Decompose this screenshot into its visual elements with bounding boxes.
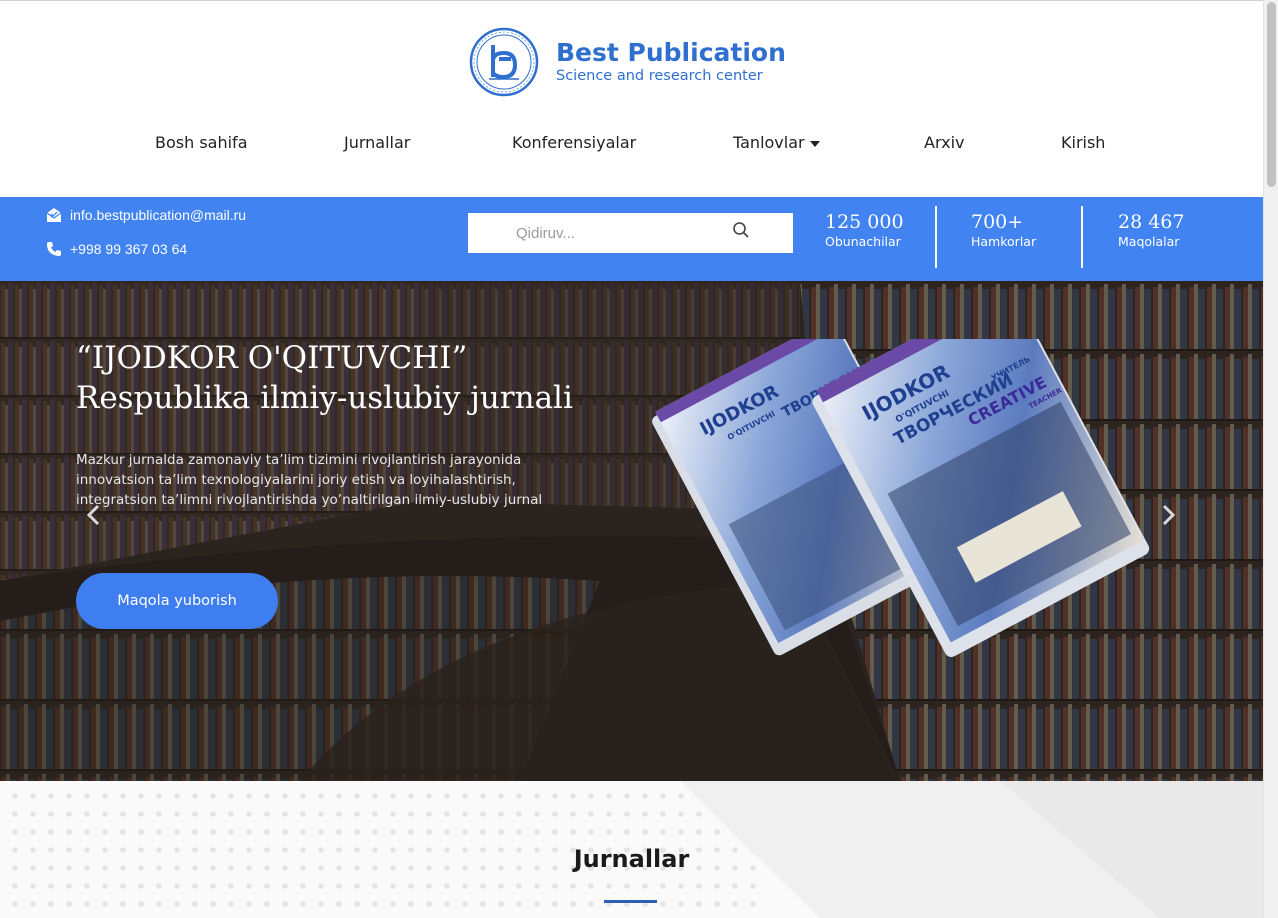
search-icon[interactable]: [732, 221, 750, 239]
stat-divider: [935, 206, 937, 268]
nav-item-konferensiyalar[interactable]: Konferensiyalar: [512, 133, 636, 152]
brand-title: Best Publication: [556, 38, 786, 67]
search-input[interactable]: [468, 213, 728, 253]
search-box: [468, 213, 793, 253]
slider-prev-arrow-icon[interactable]: [84, 503, 104, 527]
stat-value: 125 000: [825, 211, 904, 233]
hero-title-line2: Respublika ilmiy-uslubiy jurnali: [76, 380, 573, 416]
contact-phone-text: +998 99 367 03 64: [70, 241, 188, 257]
journals-section: Jurnallar: [0, 781, 1263, 918]
caret-down-icon: [809, 140, 820, 147]
contact-phone[interactable]: +998 99 367 03 64: [46, 241, 187, 257]
stat-value: 700+: [971, 211, 1024, 233]
hero-title-line1: “IJODKOR O'QITUVCHI”: [76, 340, 468, 376]
stat-subscribers: 125 000 Obunachilar: [825, 210, 904, 250]
stat-label: Hamkorlar: [971, 234, 1037, 249]
stat-value: 28 467: [1118, 211, 1185, 233]
hero-title: “IJODKOR O'QITUVCHI” Respublika ilmiy-us…: [76, 338, 573, 418]
nav-item-kirish[interactable]: Kirish: [1061, 133, 1105, 152]
phone-icon: [47, 242, 61, 256]
nav-item-jurnallar[interactable]: Jurnallar: [344, 133, 410, 152]
nav-item-tanlovlar[interactable]: Tanlovlar: [733, 133, 820, 152]
hero-description: Mazkur jurnalda zamonaviy ta’lim tizimin…: [76, 452, 543, 508]
brand-subtitle: Science and research center: [556, 68, 763, 84]
page-scrollbar[interactable]: [1263, 0, 1278, 918]
title-underline: [604, 900, 657, 903]
stat-label: Obunachilar: [825, 234, 901, 249]
info-bar: info.bestpublication@mail.ru +998 99 367…: [0, 197, 1263, 281]
stat-articles: 28 467 Maqolalar: [1118, 210, 1184, 250]
stat-label: Maqolalar: [1118, 234, 1180, 249]
stat-divider: [1081, 206, 1083, 268]
journals-title: Jurnallar: [573, 845, 690, 873]
site-logo[interactable]: Best Publication Science and research ce…: [469, 27, 786, 97]
site-header: Best Publication Science and research ce…: [0, 1, 1263, 197]
stat-partners: 700+ Hamkorlar: [971, 210, 1036, 250]
nav-item-tanlovlar-label: Tanlovlar: [733, 133, 805, 152]
logo-emblem-icon: [469, 27, 539, 97]
journal-books-image: IJODKOR O'QITUVCHI ТВОРЧЕСКИЙ IJODKOR O'…: [652, 339, 1150, 658]
mail-icon: [46, 208, 62, 222]
main-nav: Bosh sahifa Jurnallar Konferensiyalar Ta…: [0, 133, 1263, 155]
nav-item-bosh-sahifa[interactable]: Bosh sahifa: [155, 133, 248, 152]
scrollbar-thumb[interactable]: [1267, 2, 1276, 187]
hero-slider: “IJODKOR O'QITUVCHI” Respublika ilmiy-us…: [0, 281, 1263, 781]
nav-item-arxiv[interactable]: Arxiv: [924, 133, 964, 152]
contact-email[interactable]: info.bestpublication@mail.ru: [46, 207, 246, 223]
submit-article-button[interactable]: Maqola yuborish: [76, 573, 278, 629]
contact-email-text: info.bestpublication@mail.ru: [70, 207, 247, 223]
